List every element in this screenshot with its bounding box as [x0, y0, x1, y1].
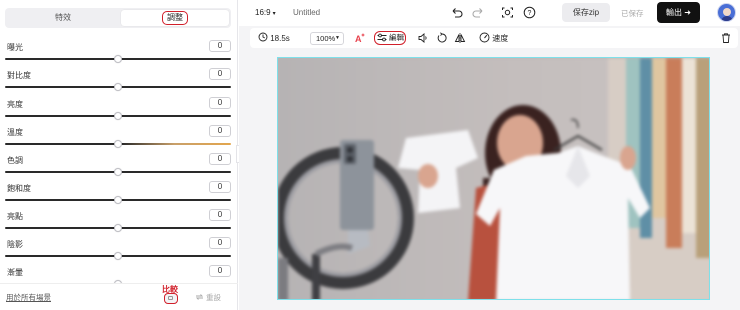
- slider-track[interactable]: [5, 196, 231, 204]
- save-zip-button[interactable]: 保存zip: [562, 3, 610, 22]
- reset-button[interactable]: 重設: [195, 292, 221, 303]
- panel-tabs: 特效 調整: [5, 8, 231, 28]
- editor-area: 16:9 ▾ Untitled ? 保存zip 已保存 輸出 ➜ 18.5s 10…: [239, 0, 740, 310]
- chevron-down-icon: ▾: [272, 11, 276, 17]
- slider-highlights: 亮點 0: [5, 209, 231, 235]
- slider-value-input[interactable]: 0: [209, 68, 231, 80]
- slider-label: 色調: [7, 156, 23, 165]
- slider-value-input[interactable]: 0: [209, 181, 231, 193]
- tab-adjust-label: 調整: [162, 11, 188, 25]
- slider-value-input[interactable]: 0: [209, 153, 231, 165]
- slider-handle[interactable]: [114, 83, 122, 91]
- screen-record-icon[interactable]: [501, 6, 514, 19]
- speed-gauge-icon: [479, 32, 490, 43]
- slider-value-input[interactable]: 0: [209, 237, 231, 249]
- video-frame: [278, 58, 709, 299]
- slider-handle[interactable]: [114, 196, 122, 204]
- ai-text-icon[interactable]: A: [354, 32, 366, 44]
- slider-label: 陰影: [7, 240, 23, 249]
- slider-value-input[interactable]: 0: [209, 40, 231, 52]
- slider-label: 溫度: [7, 128, 23, 137]
- slider-track[interactable]: [5, 55, 231, 63]
- slider-handle[interactable]: [114, 224, 122, 232]
- slider-label: 亮點: [7, 212, 23, 221]
- export-button[interactable]: 輸出 ➜: [657, 2, 700, 23]
- adjust-panel: 特效 調整 曝光 0 對比度 0 亮度 0 溫度 0 色調 0 飽和度 0 亮點…: [0, 0, 238, 310]
- redo-icon[interactable]: [472, 6, 485, 19]
- undo-icon[interactable]: [450, 6, 463, 19]
- slider-label: 對比度: [7, 71, 31, 80]
- slider-exposure: 曝光 0: [5, 40, 231, 66]
- avatar[interactable]: [717, 3, 736, 22]
- tab-adjust[interactable]: 調整: [121, 10, 229, 26]
- slider-label: 漸暈: [7, 268, 23, 277]
- slider-value-input[interactable]: 0: [209, 209, 231, 221]
- speed-label: 速度: [492, 34, 509, 43]
- slider-shadows: 陰影 0: [5, 237, 231, 263]
- svg-text:?: ?: [528, 10, 532, 17]
- slider-vignette: 漸暈 0: [5, 265, 231, 283]
- speed-button[interactable]: 速度: [479, 32, 508, 45]
- avatar-body: [721, 16, 733, 21]
- slider-label: 曝光: [7, 43, 23, 52]
- slider-label: 飽和度: [7, 184, 31, 193]
- zoom-value: 100%: [316, 34, 336, 43]
- chevron-down-icon: ▼: [335, 35, 340, 41]
- trash-icon[interactable]: [720, 32, 732, 44]
- slider-track[interactable]: [5, 83, 231, 91]
- slider-temperature: 溫度 0: [5, 125, 231, 151]
- export-label: 輸出: [666, 8, 683, 17]
- avatar-face: [723, 8, 731, 16]
- apply-all-link[interactable]: 用於所有場景: [6, 292, 51, 303]
- panel-footer: 用於所有場景 比較 重設: [0, 283, 238, 310]
- project-title[interactable]: Untitled: [293, 8, 320, 17]
- aspect-ratio-value: 16:9: [255, 8, 271, 17]
- help-icon[interactable]: ?: [523, 6, 536, 19]
- duration-value: 18.5s: [270, 34, 290, 43]
- slider-label: 亮度: [7, 100, 23, 109]
- slider-value-input[interactable]: 0: [209, 125, 231, 137]
- slider-tint: 色調 0: [5, 153, 231, 179]
- slider-handle[interactable]: [114, 55, 122, 63]
- edit-button[interactable]: 編輯: [374, 31, 406, 45]
- video-canvas[interactable]: [277, 57, 710, 300]
- compare-button[interactable]: [164, 293, 178, 304]
- reset-label: 重設: [206, 293, 221, 302]
- top-bar: 16:9 ▾ Untitled ? 保存zip 已保存 輸出 ➜: [239, 0, 740, 26]
- reset-icon: [195, 294, 204, 300]
- duration-button[interactable]: 18.5s: [258, 32, 290, 45]
- slider-contrast: 對比度 0: [5, 68, 231, 94]
- video-toolbar: 18.5s 100% ▼ A 編輯 速度: [250, 28, 738, 48]
- zoom-select[interactable]: 100% ▼: [310, 32, 344, 45]
- slider-track[interactable]: [5, 168, 231, 176]
- rotate-icon[interactable]: [436, 32, 448, 44]
- slider-track[interactable]: [5, 252, 231, 260]
- aspect-ratio-select[interactable]: 16:9 ▾: [255, 8, 276, 17]
- slider-handle[interactable]: [114, 252, 122, 260]
- slider-handle[interactable]: [114, 112, 122, 120]
- clock-icon: [258, 32, 268, 42]
- slider-handle[interactable]: [114, 168, 122, 176]
- edit-sliders-icon: [377, 33, 387, 42]
- slider-track[interactable]: [5, 224, 231, 232]
- slider-track[interactable]: [5, 112, 231, 120]
- slider-brightness: 亮度 0: [5, 97, 231, 123]
- tab-effects[interactable]: 特效: [7, 10, 119, 26]
- compare-icon: [168, 296, 173, 300]
- svg-text:A: A: [355, 34, 362, 44]
- flip-icon[interactable]: [454, 32, 466, 44]
- slider-saturation: 飽和度 0: [5, 181, 231, 207]
- arrow-right-icon: ➜: [684, 8, 691, 17]
- edit-label: 編輯: [389, 33, 404, 42]
- slider-value-input[interactable]: 0: [209, 265, 231, 277]
- save-status: 已保存: [621, 9, 644, 18]
- slider-track[interactable]: [5, 140, 231, 148]
- speaker-icon[interactable]: [417, 32, 429, 44]
- slider-handle[interactable]: [114, 140, 122, 148]
- slider-value-input[interactable]: 0: [209, 97, 231, 109]
